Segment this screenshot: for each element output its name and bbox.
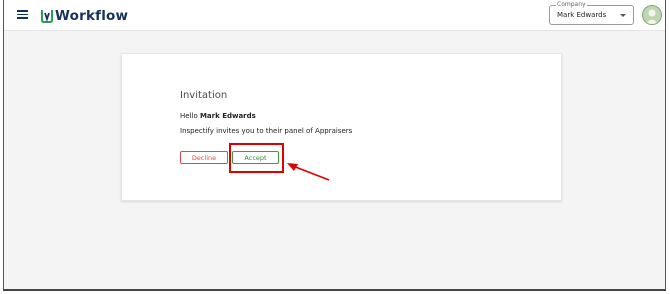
company-select-value: Mark Edwards [557, 11, 607, 19]
workflow-logo[interactable]: Workflow [40, 6, 128, 26]
company-select-label: Company [556, 1, 587, 8]
user-avatar[interactable] [642, 5, 662, 25]
accept-button[interactable]: Accept [232, 151, 279, 164]
app-frame: Workflow Company Mark Edwards Invitation… [3, 0, 666, 291]
logo-text: Workflow [55, 8, 129, 24]
hamburger-menu-icon[interactable] [17, 10, 28, 19]
invitation-title: Invitation [180, 90, 228, 101]
greeting-prefix: Hello [180, 112, 200, 120]
top-bar: Workflow Company Mark Edwards [4, 0, 665, 31]
company-select[interactable]: Company Mark Edwards [549, 1, 634, 25]
workflow-logo-icon [41, 10, 53, 23]
invitation-message: Inspectify invites you to their panel of… [180, 127, 353, 135]
greeting-text: Hello Mark Edwards [180, 112, 256, 120]
invitation-card: Invitation Hello Mark Edwards Inspectify… [121, 53, 562, 201]
decline-button[interactable]: Decline [180, 151, 228, 164]
greeting-user-name: Mark Edwards [199, 112, 256, 120]
user-avatar-icon [645, 9, 659, 24]
chevron-down-icon [620, 14, 626, 17]
